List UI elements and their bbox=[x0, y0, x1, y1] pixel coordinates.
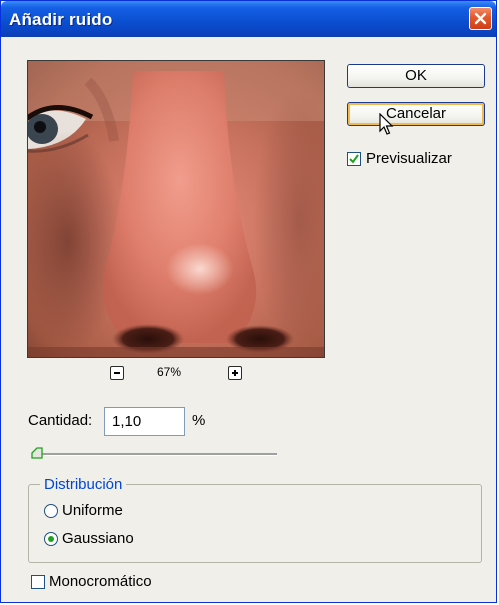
title-bar[interactable]: Añadir ruido bbox=[1, 1, 496, 37]
checkmark-icon bbox=[349, 154, 359, 164]
cancel-button[interactable]: Cancelar bbox=[347, 102, 485, 126]
zoom-out-button[interactable] bbox=[110, 366, 124, 380]
gaussian-radio[interactable] bbox=[44, 532, 58, 546]
distribution-legend: Distribución bbox=[40, 476, 127, 493]
preview-checkbox[interactable] bbox=[347, 152, 361, 166]
zoom-level: 67% bbox=[157, 365, 182, 379]
mouse-cursor-icon bbox=[379, 113, 394, 135]
preview-image[interactable] bbox=[27, 60, 325, 358]
face-preview-picture bbox=[28, 61, 324, 357]
ok-button[interactable]: OK bbox=[347, 64, 485, 88]
uniform-radio[interactable] bbox=[44, 504, 58, 518]
add-noise-dialog: Añadir ruido 67% OK Cancelar Previsualiz… bbox=[0, 0, 497, 603]
distribution-group bbox=[28, 484, 482, 563]
close-icon bbox=[474, 12, 487, 25]
monochrome-checkbox-label[interactable]: Monocromático bbox=[49, 573, 152, 590]
amount-input[interactable] bbox=[104, 407, 185, 436]
amount-slider-track[interactable] bbox=[37, 453, 277, 456]
preview-checkbox-label[interactable]: Previsualizar bbox=[366, 150, 452, 167]
close-button[interactable] bbox=[469, 7, 492, 30]
gaussian-radio-label[interactable]: Gaussiano bbox=[62, 530, 134, 547]
amount-slider-thumb[interactable] bbox=[31, 447, 43, 459]
zoom-in-button[interactable] bbox=[228, 366, 242, 380]
amount-unit: % bbox=[192, 412, 206, 429]
uniform-radio-label[interactable]: Uniforme bbox=[62, 502, 123, 519]
amount-label: Cantidad: bbox=[28, 412, 93, 429]
dialog-title: Añadir ruido bbox=[9, 10, 113, 29]
monochrome-checkbox[interactable] bbox=[31, 575, 45, 589]
